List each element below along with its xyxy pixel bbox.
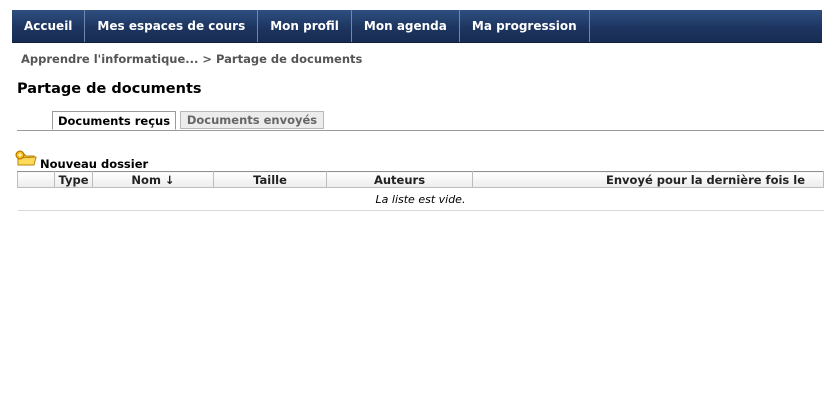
nav-item-mes-espaces-de-cours[interactable]: Mes espaces de cours — [85, 10, 259, 42]
nav-item-mon-agenda[interactable]: Mon agenda — [352, 10, 460, 42]
new-folder-button[interactable]: Nouveau dossier — [15, 150, 148, 170]
new-folder-label: Nouveau dossier — [40, 157, 149, 171]
nav-item-ma-progression[interactable]: Ma progression — [460, 10, 590, 42]
column-header-type[interactable]: Type — [54, 171, 93, 188]
table-empty-row: La liste est vide. — [17, 187, 824, 211]
column-header-name[interactable]: Nom ↓ — [92, 171, 214, 188]
column-header-last-sent[interactable]: Envoyé pour la dernière fois le — [472, 171, 824, 188]
table-header-row: Type Nom ↓ Taille Auteurs Envoyé pour la… — [17, 171, 824, 188]
tab-documents-recus[interactable]: Documents reçus — [52, 111, 176, 130]
empty-list-message: La liste est vide. — [17, 187, 824, 211]
top-navigation-bar: Accueil Mes espaces de cours Mon profil … — [12, 10, 822, 43]
breadcrumb-course-link[interactable]: Apprendre l'informatique... — [21, 52, 198, 66]
page-title: Partage de documents — [17, 81, 202, 97]
column-header-authors[interactable]: Auteurs — [326, 171, 473, 188]
folder-add-icon — [15, 150, 37, 170]
documents-table: Type Nom ↓ Taille Auteurs Envoyé pour la… — [17, 171, 824, 211]
tab-documents-envoyes[interactable]: Documents envoyés — [180, 111, 324, 129]
tab-bar: Documents reçus Documents envoyés — [17, 111, 824, 131]
select-column-header — [17, 171, 55, 188]
nav-item-mon-profil[interactable]: Mon profil — [258, 10, 352, 42]
breadcrumb-separator: > — [202, 52, 213, 66]
column-header-size[interactable]: Taille — [213, 171, 327, 188]
nav-item-accueil[interactable]: Accueil — [12, 10, 86, 42]
breadcrumb-current: Partage de documents — [216, 52, 363, 66]
breadcrumb: Apprendre l'informatique... > Partage de d… — [21, 52, 362, 66]
